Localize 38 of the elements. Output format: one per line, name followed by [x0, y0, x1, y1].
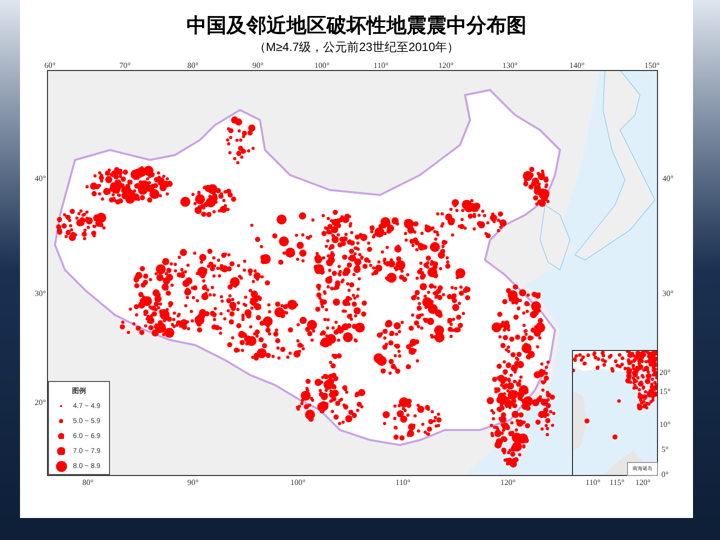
longitude-label: 110° — [396, 478, 410, 487]
latitude-label: 0° — [661, 470, 669, 479]
longitude-label: 80° — [187, 61, 199, 70]
latitude-label: 30° — [34, 289, 46, 298]
longitude-label: 100° — [314, 61, 330, 70]
latitude-label: 5° — [661, 445, 669, 454]
latitude-label: 40° — [34, 174, 46, 183]
longitude-label: 120° — [500, 478, 516, 487]
epicenter-cluster-drawing — [296, 372, 366, 426]
latitude-label: 20° — [34, 398, 46, 407]
longitude-label: 115° — [610, 478, 624, 487]
epicenter-cluster-drawing — [56, 208, 106, 242]
latitude-label: 40° — [662, 174, 674, 183]
longitude-label: 130° — [502, 61, 518, 70]
longitude-label: 120° — [438, 61, 454, 70]
epicenter-cluster-drawing — [180, 184, 236, 218]
peninsula-shape — [540, 204, 570, 270]
longitude-label: 120° — [635, 478, 651, 487]
longitude-label: 100° — [290, 478, 306, 487]
longitude-label: 110° — [374, 61, 388, 70]
map-title: 中国及邻近地区破坏性地震震中分布图 — [186, 14, 526, 39]
latitude-label: 15° — [659, 387, 671, 396]
longitude-label: 70° — [119, 61, 131, 70]
latitude-label: 20° — [659, 368, 671, 377]
latitude-label: 10° — [659, 420, 671, 429]
longitude-label: 150° — [644, 61, 660, 70]
longitude-label: 140° — [569, 61, 585, 70]
longitude-label: 80° — [82, 478, 94, 487]
longitude-label: 110° — [586, 478, 600, 487]
epicenter-cluster-drawing — [382, 397, 442, 440]
magnitude-dot-icon — [56, 460, 66, 472]
epicenter-cluster-drawing — [226, 116, 256, 164]
longitude-label: 60° — [44, 61, 56, 70]
latitude-label: 30° — [662, 289, 674, 298]
epicenter-cluster-drawing — [522, 166, 550, 207]
map-subtitle: （M≥4.7级，公元前23世纪至2010年） — [254, 39, 460, 55]
longitude-label: 90° — [187, 478, 199, 487]
longitude-label: 90° — [252, 61, 264, 70]
